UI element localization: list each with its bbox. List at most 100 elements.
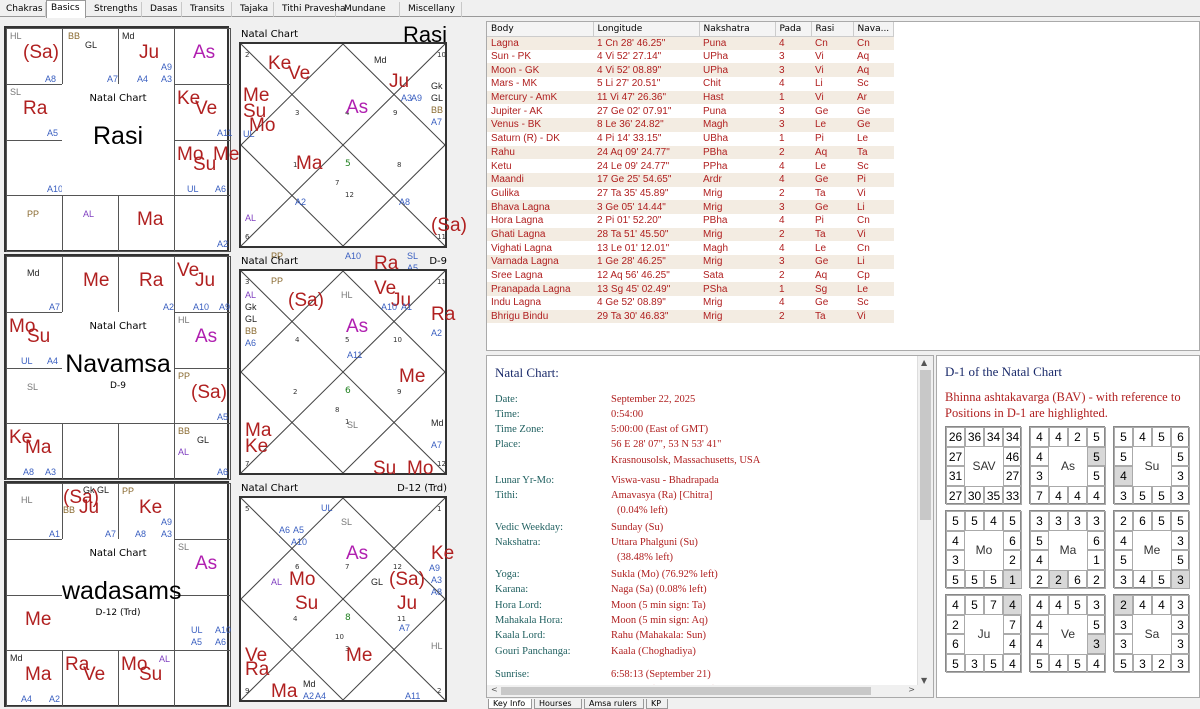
house-cell[interactable] xyxy=(6,538,63,596)
house-cell[interactable]: Ke Ve A11 xyxy=(174,83,232,141)
chart-glyph: GL xyxy=(197,435,210,446)
table-row[interactable]: Jupiter - AK 27 Ge 02' 07.91" Puna 3 Ge Ge xyxy=(487,104,894,118)
house-cell[interactable]: Ve Ju A10 A9 xyxy=(174,256,231,313)
house-cell[interactable]: Mo Su AL xyxy=(118,650,175,708)
house-cell[interactable]: Md Ju A4 A3 A9 xyxy=(118,28,175,85)
chart-glyph: Ma xyxy=(296,153,323,174)
table-row[interactable]: Pranapada Lagna 13 Sg 45' 02.49" PSha 1 Sg Le xyxy=(487,282,894,297)
house-cell[interactable]: As xyxy=(174,28,231,85)
tab-strengths[interactable]: Strengths xyxy=(90,2,142,17)
table-header-2[interactable]: Longitude xyxy=(593,22,700,37)
bav-cell: 5 xyxy=(1152,569,1171,589)
table-row[interactable]: Hora Lagna 2 Pi 01' 52.20" PBha 4 Pi Cn xyxy=(487,214,894,228)
horizontal-scrollbar[interactable]: < > xyxy=(487,685,919,697)
tab-miscellany[interactable]: Miscellany xyxy=(404,2,462,17)
house-number: 3 xyxy=(295,109,300,117)
table-row[interactable]: Lagna 1 Cn 28' 46.25" Puna 4 Cn Cn xyxy=(487,36,894,50)
house-number: 11 xyxy=(437,278,446,286)
tab-mundane[interactable]: Mundane xyxy=(340,2,400,17)
scroll-thumb[interactable] xyxy=(920,370,931,520)
bav-cell: 5 xyxy=(1087,614,1106,634)
house-cell[interactable]: HL A1 xyxy=(6,483,63,540)
house-cell[interactable]: (Sa) Ju Gk GL BB A7 xyxy=(62,483,119,540)
house-cell[interactable]: Mo Su UL A4 xyxy=(6,311,63,369)
bav-cell: 27 xyxy=(1003,466,1022,486)
house-cell[interactable]: SL xyxy=(6,367,63,425)
bav-grid-ju: 4 5 7 4 7 4 4 5 3 5 6 2 Ju xyxy=(945,594,1022,673)
chart-glyph: A2 xyxy=(431,328,443,338)
table-row[interactable]: Saturn (R) - DK 4 Pi 14' 33.15" UBha 1 Pi Le xyxy=(487,132,894,146)
table-row[interactable]: Bhrigu Bindu 29 Ta 30' 46.83" Mrig 2 Ta Vi xyxy=(487,309,894,324)
house-cell[interactable]: Ra A2 xyxy=(118,256,175,313)
bav-cell: 5 xyxy=(1003,511,1022,531)
table-row[interactable]: Indu Lagna 4 Ge 52' 08.89" Mrig 4 Ge Sc xyxy=(487,296,894,310)
house-cell[interactable]: HL (Sa) A8 xyxy=(6,28,63,85)
house-cell[interactable]: PP Ke A8 A3 A9 xyxy=(118,483,175,540)
house-cell[interactable]: BB GL AL A6 xyxy=(174,423,231,481)
scroll-right-icon[interactable]: > xyxy=(908,685,915,694)
table-row[interactable]: Ketu 24 Le 09' 24.77" PPha 4 Le Sc xyxy=(487,159,894,173)
house-cell[interactable]: SL As xyxy=(174,538,231,596)
house-cell[interactable]: Ke Ma A8 A3 xyxy=(6,423,63,481)
house-cell[interactable]: HL As xyxy=(174,311,231,369)
table-row[interactable]: Moon - GK 4 Vi 52' 08.89" UPha 3 Vi Aq xyxy=(487,63,894,78)
chart-glyph: Ke xyxy=(431,543,455,564)
table-row[interactable]: Mars - MK 5 Li 27' 20.51" Chit 4 Li Sc xyxy=(487,77,894,91)
house-cell[interactable]: SL Ra A5 xyxy=(6,83,63,141)
table-row[interactable]: Vighati Lagna 13 Le 01' 12.01" Magh 4 Le Cn xyxy=(487,241,894,255)
tab-transits[interactable]: Transits xyxy=(186,2,232,17)
house-cell[interactable]: PP (Sa) A5 xyxy=(174,367,231,425)
table-header-5[interactable]: Rasi xyxy=(811,22,854,37)
table-row[interactable]: Ghati Lagna 28 Ta 51' 45.50" Mrig 2 Ta Vi xyxy=(487,227,894,242)
house-cell[interactable]: PP xyxy=(6,195,63,253)
house-cell[interactable]: BB GL A7 xyxy=(62,28,119,85)
table-row[interactable]: Maandi 17 Ge 25' 54.65" Ardr 4 Ge Pi xyxy=(487,172,894,187)
house-cell[interactable]: A10 xyxy=(6,139,63,197)
house-cell[interactable]: UL A10 A5 A6 xyxy=(174,594,231,652)
table-row[interactable]: Sree Lagna 12 Aq 56' 46.25" Sata 2 Aq Cp xyxy=(487,269,894,283)
table-header-1[interactable]: Body xyxy=(487,22,594,37)
table-row[interactable]: Venus - BK 8 Le 36' 24.82" Magh 3 Le Ge xyxy=(487,118,894,132)
house-cell[interactable]: Ra Ve xyxy=(62,650,119,708)
table-row[interactable]: Varnada Lagna 1 Ge 28' 46.25" Mrig 3 Ge Li xyxy=(487,255,894,269)
table-header-4[interactable]: Pada xyxy=(775,22,812,37)
tab-tajaka[interactable]: Tajaka xyxy=(236,2,274,17)
house-cell[interactable]: Me xyxy=(62,256,119,313)
table-row[interactable]: Rahu 24 Aq 09' 24.77" PBha 2 Aq Ta xyxy=(487,145,894,160)
table-row[interactable]: Mercury - AmK 11 Vi 47' 26.36" Hast 1 Vi Ar xyxy=(487,90,894,105)
house-cell[interactable] xyxy=(174,650,231,708)
house-cell[interactable]: AL xyxy=(62,195,119,253)
table-header-3[interactable]: Nakshatra xyxy=(699,22,776,37)
house-cell[interactable]: Me xyxy=(6,594,63,652)
table-row[interactable]: Bhava Lagna 3 Ge 05' 14.44" Mrig 3 Ge Li xyxy=(487,200,894,214)
tab-tithi-pravesha[interactable]: Tithi Pravesha xyxy=(278,2,346,17)
scroll-left-icon[interactable]: < xyxy=(491,685,498,694)
scroll-up-icon[interactable]: ▲ xyxy=(921,358,927,367)
house-cell[interactable]: Mo Su Me UL A6 xyxy=(174,139,239,197)
key-info-value: Kaala (Choghadiya) xyxy=(611,646,696,657)
house-cell[interactable] xyxy=(174,483,231,540)
tab-chakras[interactable]: Chakras xyxy=(2,2,46,17)
bav-cell: 3 xyxy=(1171,485,1190,505)
table-cell: UPha xyxy=(703,51,729,63)
bav-cell: 4 xyxy=(1068,485,1087,505)
chart-glyph: Ra xyxy=(431,304,456,325)
scroll-hthumb[interactable] xyxy=(501,687,871,695)
house-cell[interactable]: A2 xyxy=(174,195,231,253)
planet-positions-table: Body Longitude Nakshatra Pada Rasi Nava... La… xyxy=(486,21,1200,351)
house-cell[interactable]: Md A7 xyxy=(6,256,63,313)
table-row[interactable]: Gulika 27 Ta 35' 45.89" Mrig 2 Ta Vi xyxy=(487,187,894,201)
bav-cell: 3 xyxy=(1087,511,1106,531)
table-row[interactable]: Sun - PK 4 Vi 52' 27.14" UPha 3 Vi Aq xyxy=(487,50,894,64)
tab-dasas[interactable]: Dasas xyxy=(146,2,182,17)
vertical-scrollbar[interactable]: ▲ ▼ xyxy=(917,356,933,697)
house-cell[interactable]: Md Ma A4 A2 xyxy=(6,650,63,708)
house-cell[interactable] xyxy=(62,423,119,481)
house-cell[interactable]: Ma xyxy=(118,195,175,253)
scroll-down-icon[interactable]: ▼ xyxy=(921,676,927,685)
table-header-6[interactable]: Nava... xyxy=(853,22,895,37)
chart-center-name: Rasi xyxy=(92,121,143,150)
house-cell[interactable] xyxy=(118,423,175,481)
table-cell: Ge xyxy=(853,118,894,132)
tab-basics[interactable]: Basics xyxy=(46,0,86,18)
